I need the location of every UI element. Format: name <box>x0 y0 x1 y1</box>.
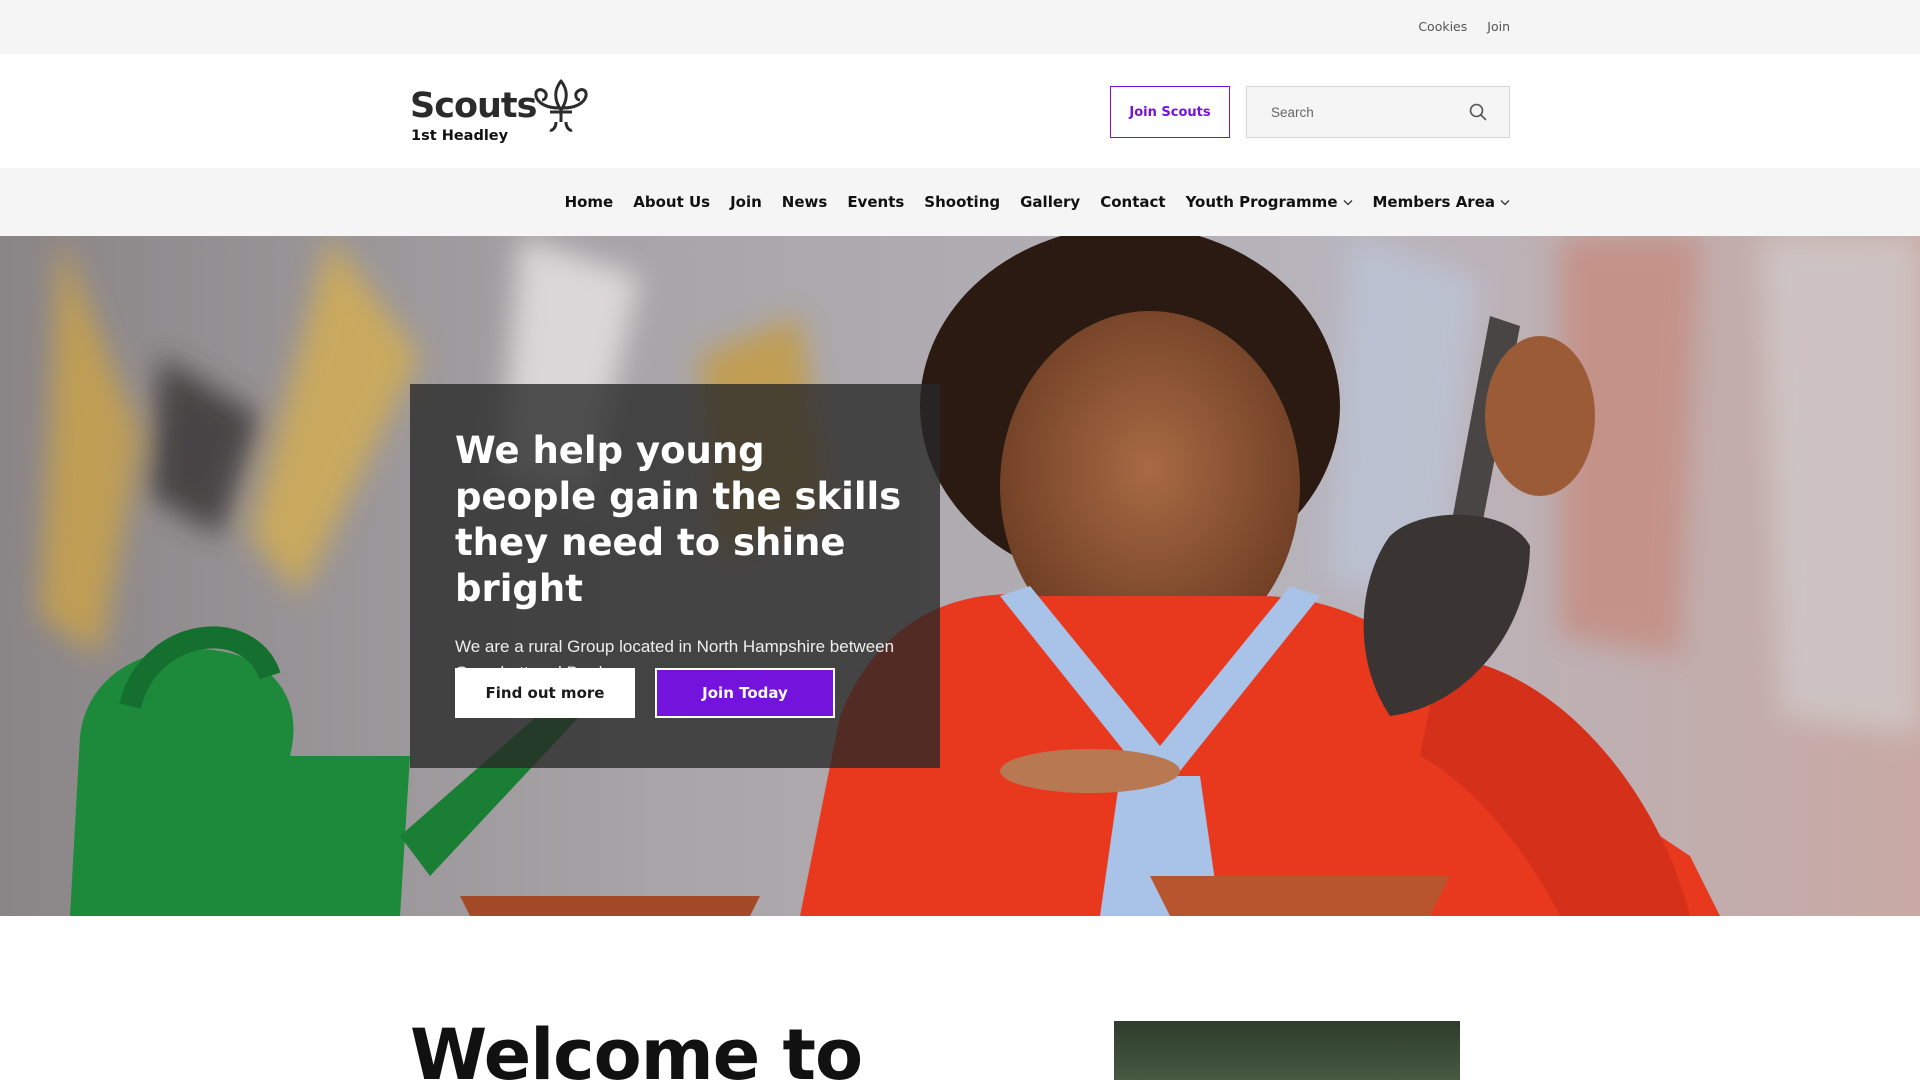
join-link[interactable]: Join <box>1487 19 1510 34</box>
nav-label: Shooting <box>924 193 1001 211</box>
nav-item-shooting[interactable]: Shooting <box>924 193 1000 211</box>
logo-wordmark: Scouts <box>410 86 537 126</box>
logo-group-name: 1st Headley <box>411 128 509 144</box>
nav-item-news[interactable]: News <box>782 193 828 211</box>
nav-label: Events <box>847 193 905 211</box>
cookies-link[interactable]: Cookies <box>1418 19 1467 34</box>
chevron-down-icon <box>1343 199 1352 205</box>
utility-bar: Cookies Join <box>0 0 1920 54</box>
search-input[interactable] <box>1247 87 1467 137</box>
nav-label: Youth Programme <box>1185 193 1338 211</box>
main-nav: Home About Us Join News Events Shooting … <box>0 168 1920 236</box>
nav-items: Home About Us Join News Events Shooting … <box>565 168 1510 236</box>
hero-card: We help young people gain the skills the… <box>410 384 940 768</box>
search-box <box>1246 86 1510 138</box>
nav-item-members-area[interactable]: Members Area <box>1373 193 1511 211</box>
nav-item-contact[interactable]: Contact <box>1100 193 1165 211</box>
nav-label: Members Area <box>1372 193 1496 211</box>
nav-item-home[interactable]: Home <box>565 193 614 211</box>
welcome-photo <box>1114 1021 1460 1080</box>
hero-buttons: Find out more Join Today <box>455 668 835 718</box>
join-scouts-button[interactable]: Join Scouts <box>1110 86 1230 138</box>
nav-item-youth-programme[interactable]: Youth Programme <box>1186 193 1353 211</box>
nav-label: Contact <box>1100 193 1166 211</box>
hero-image <box>0 236 1920 916</box>
hero-title: We help young people gain the skills the… <box>455 429 902 610</box>
welcome-heading: Welcome to <box>410 1014 863 1080</box>
nav-label: News <box>781 193 828 211</box>
nav-item-gallery[interactable]: Gallery <box>1020 193 1080 211</box>
utility-links: Cookies Join <box>1418 19 1510 34</box>
hero-section: We help young people gain the skills the… <box>0 236 1920 916</box>
nav-item-events[interactable]: Events <box>847 193 904 211</box>
nav-item-about-us[interactable]: About Us <box>633 193 710 211</box>
nav-label: Join <box>730 193 762 211</box>
site-header: Scouts 1st Headley Join Scouts <box>0 54 1920 168</box>
nav-label: Gallery <box>1020 193 1081 211</box>
nav-label: About Us <box>633 193 711 211</box>
search-icon[interactable] <box>1469 103 1487 121</box>
nav-label: Home <box>564 193 614 211</box>
fleur-de-lis-icon <box>534 79 588 132</box>
find-out-more-button[interactable]: Find out more <box>455 668 635 718</box>
chevron-down-icon <box>1500 199 1510 205</box>
join-today-button[interactable]: Join Today <box>655 668 835 718</box>
nav-item-join[interactable]: Join <box>730 193 762 211</box>
scouts-logo[interactable]: Scouts 1st Headley <box>410 78 610 144</box>
